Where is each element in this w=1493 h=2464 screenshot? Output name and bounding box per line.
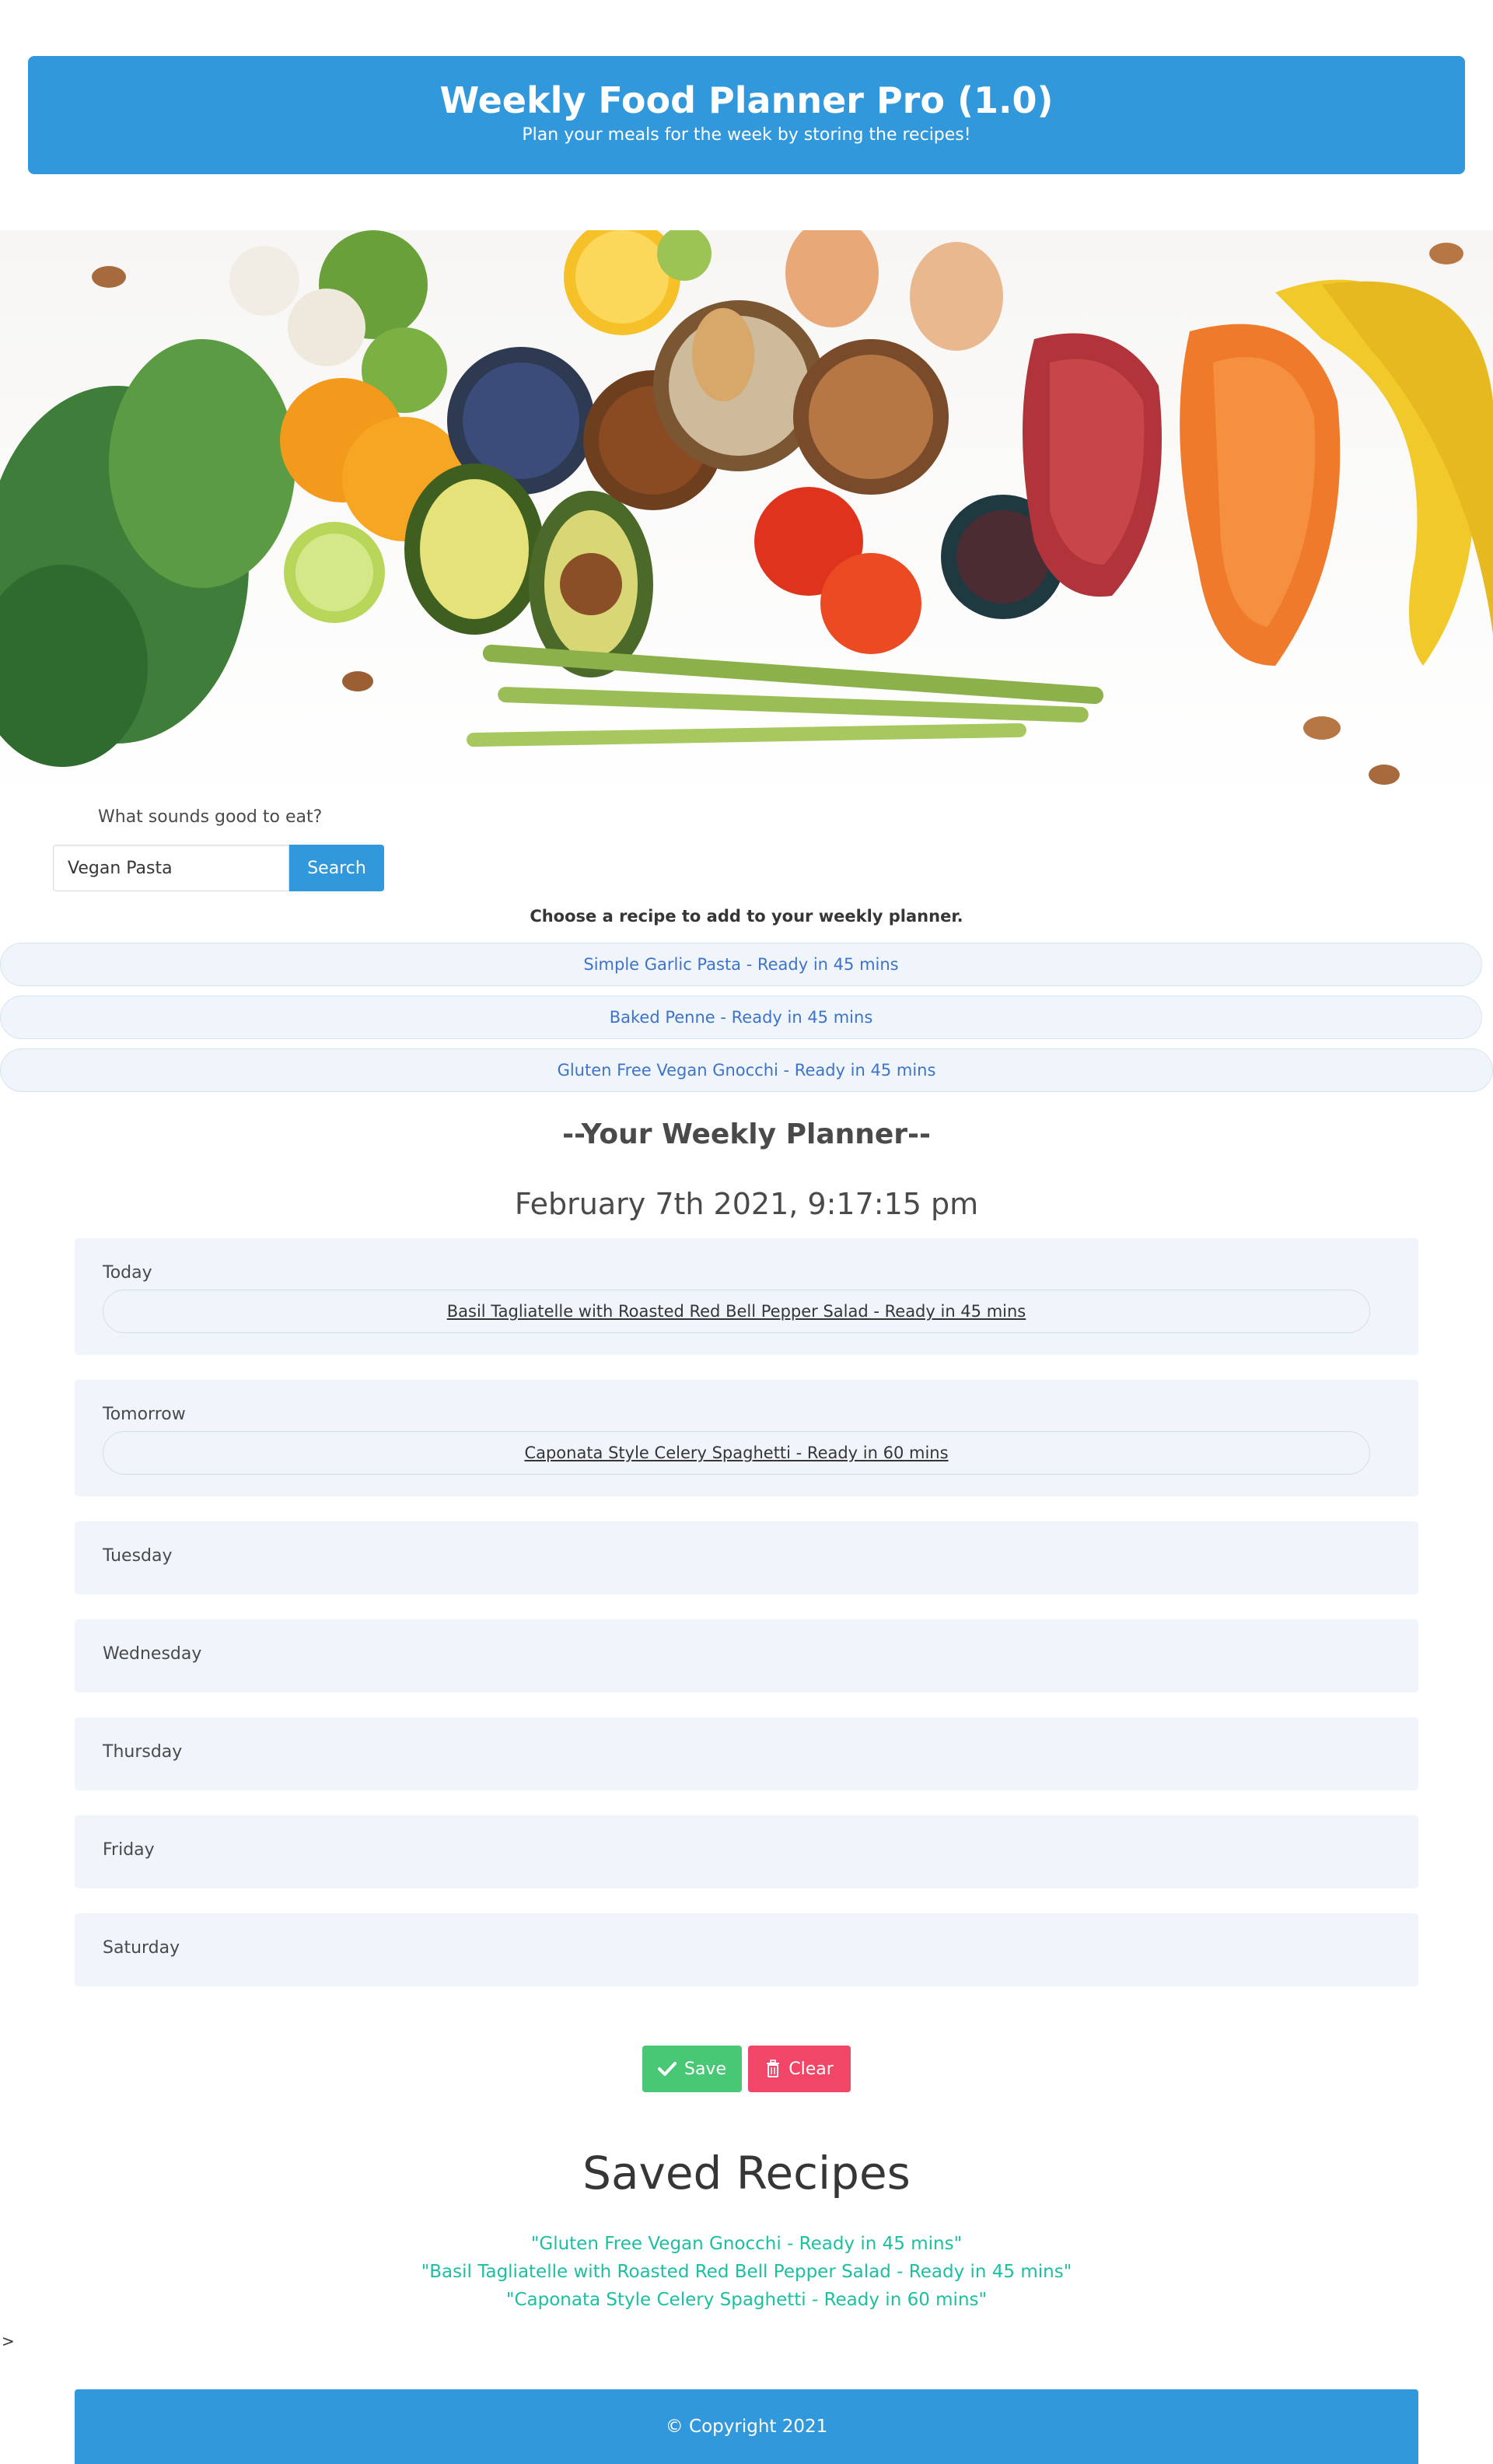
day-slot-friday[interactable]: Friday: [75, 1815, 1418, 1888]
check-icon: [657, 2062, 677, 2076]
search-input[interactable]: [53, 845, 289, 891]
food-illustration: [0, 230, 1493, 785]
day-slot-saturday[interactable]: Saturday: [75, 1913, 1418, 1986]
day-label: Tomorrow: [103, 1405, 186, 1424]
day-label: Wednesday: [103, 1644, 202, 1664]
planner-heading: --Your Weekly Planner--: [562, 1118, 931, 1150]
day-slot-today[interactable]: Today Basil Tagliatelle with Roasted Red…: [75, 1238, 1418, 1355]
day-slot-tuesday[interactable]: Tuesday: [75, 1521, 1418, 1594]
saved-recipes-heading: Saved Recipes: [582, 2147, 911, 2200]
search-prompt: What sounds good to eat?: [98, 807, 323, 827]
results-instruction: Choose a recipe to add to your weekly pl…: [530, 907, 963, 926]
result-item[interactable]: Gluten Free Vegan Gnocchi - Ready in 45 …: [0, 1048, 1493, 1092]
save-button[interactable]: Save: [642, 2046, 742, 2092]
day-slot-thursday[interactable]: Thursday: [75, 1717, 1418, 1790]
clear-label: Clear: [788, 2059, 834, 2079]
saved-recipe: "Basil Tagliatelle with Roasted Red Bell…: [421, 2262, 1072, 2282]
day-slot-wednesday[interactable]: Wednesday: [75, 1619, 1418, 1692]
day-label: Friday: [103, 1840, 155, 1860]
day-label: Tuesday: [103, 1546, 173, 1566]
planned-recipe[interactable]: Caponata Style Celery Spaghetti - Ready …: [103, 1431, 1370, 1475]
app-subtitle: Plan your meals for the week by storing …: [522, 125, 971, 145]
result-item[interactable]: Baked Penne - Ready in 45 mins: [0, 996, 1482, 1039]
food-banner-image: [0, 230, 1493, 804]
day-label: Saturday: [103, 1938, 180, 1958]
app-header: Weekly Food Planner Pro (1.0) Plan your …: [28, 56, 1465, 174]
footer: © Copyright 2021: [75, 2389, 1418, 2464]
saved-recipe: "Caponata Style Celery Spaghetti - Ready…: [505, 2290, 988, 2310]
copyright-text: © Copyright 2021: [665, 2417, 828, 2437]
result-item[interactable]: Simple Garlic Pasta - Ready in 45 mins: [0, 943, 1482, 986]
save-label: Save: [684, 2059, 726, 2079]
planned-recipe[interactable]: Basil Tagliatelle with Roasted Red Bell …: [103, 1290, 1370, 1333]
trash-icon: [767, 2060, 780, 2077]
planner-date: February 7th 2021, 9:17:15 pm: [514, 1187, 979, 1221]
saved-recipe: "Gluten Free Vegan Gnocchi - Ready in 45…: [530, 2234, 963, 2254]
search-button[interactable]: Search: [289, 845, 384, 891]
clear-button[interactable]: Clear: [748, 2046, 851, 2092]
day-label: Thursday: [103, 1742, 183, 1762]
day-slot-tomorrow[interactable]: Tomorrow Caponata Style Celery Spaghetti…: [75, 1380, 1418, 1496]
day-label: Today: [103, 1263, 152, 1283]
stray-text: >: [2, 2332, 15, 2350]
app-title: Weekly Food Planner Pro (1.0): [439, 79, 1054, 121]
